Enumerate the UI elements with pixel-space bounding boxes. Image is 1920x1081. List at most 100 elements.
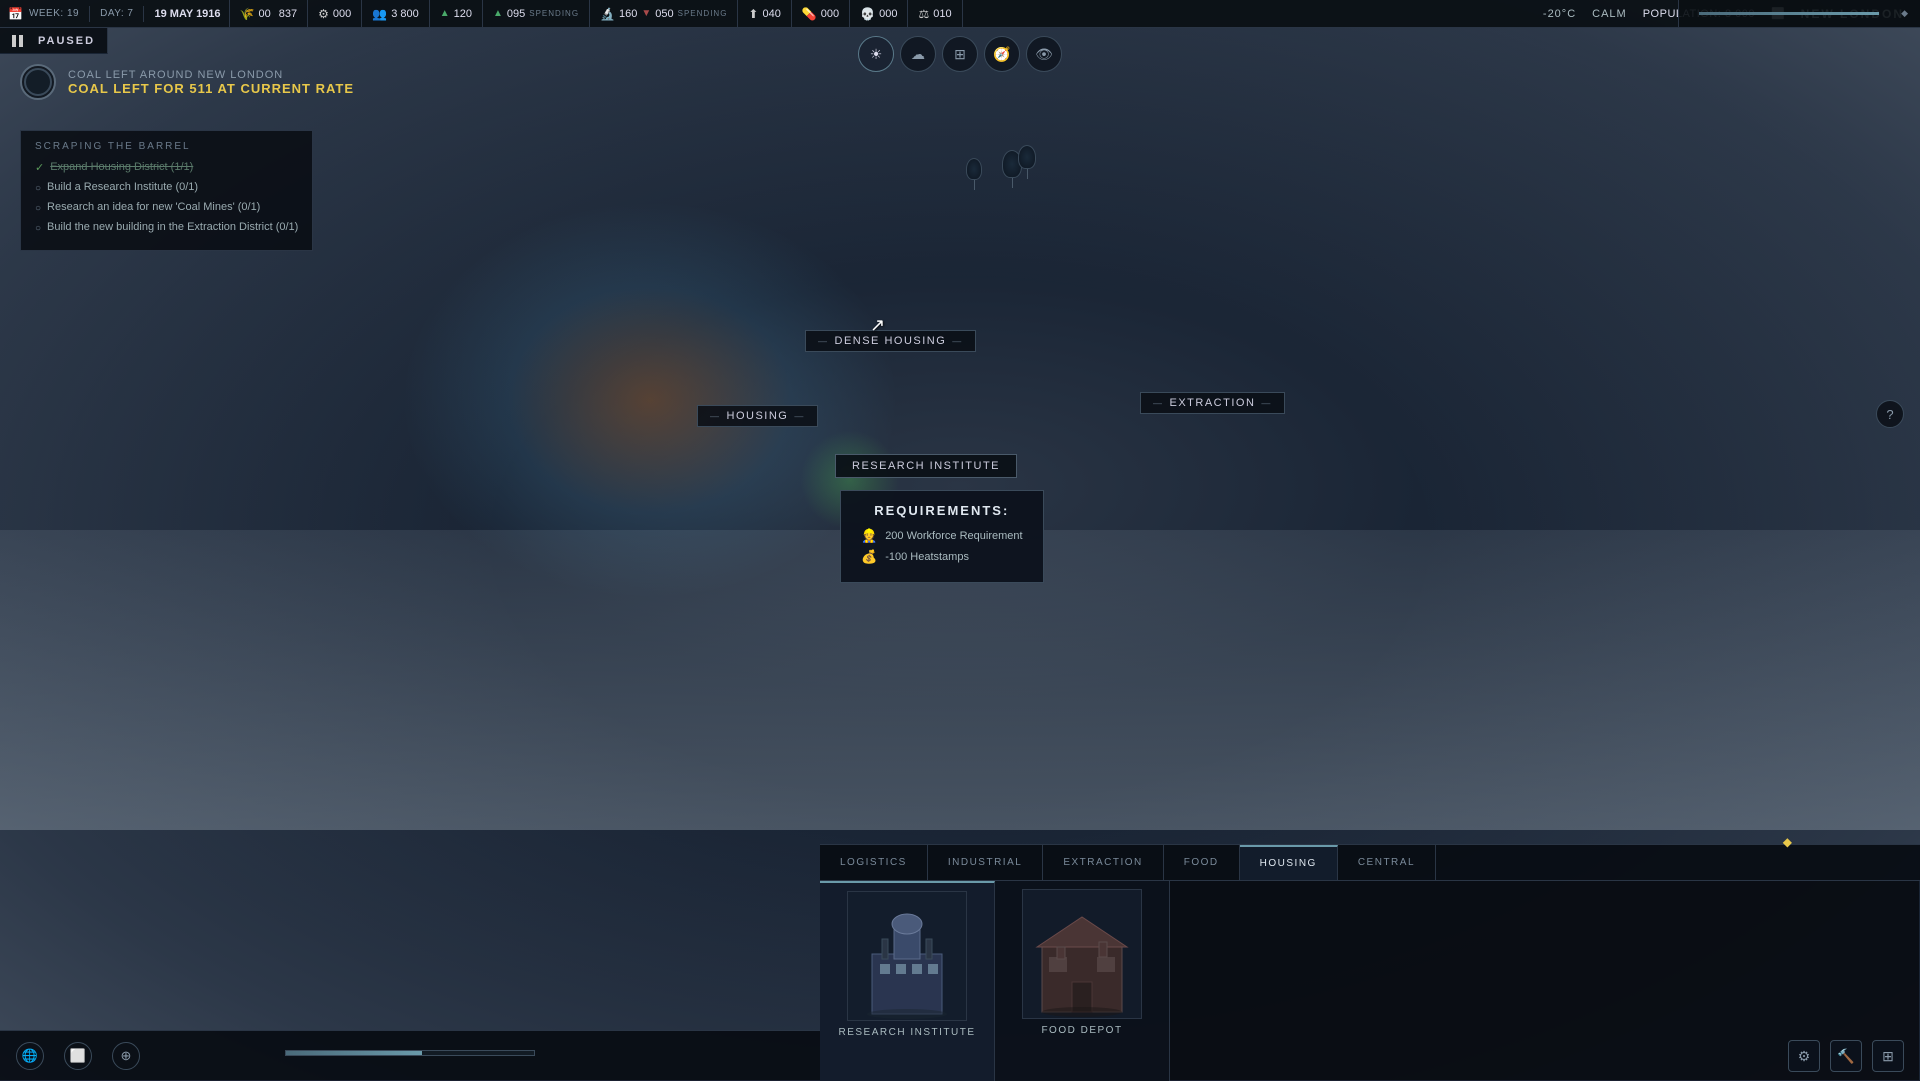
balloon-3 [1018,145,1036,179]
center-icons: ☀ ☁ ⊞ 🧭 👁 [858,36,1062,72]
bottom-left-bar: 🌐 ⬜ ⊕ [0,1030,820,1080]
steel-arrow-icon: ▲ [493,8,503,19]
housing-marker: ◆ [1783,835,1792,849]
pause-bar-right [19,35,23,47]
settings-icon[interactable]: ⚙ [1788,1040,1820,1072]
date-section: 📅 WEEK: 19 DAY: 7 19 MAY 1916 [0,0,230,27]
crime-val: 010 [933,8,951,20]
quest-item-1[interactable]: ○ Build a Research Institute (0/1) [35,180,298,196]
building-card-research-institute[interactable]: RESEARCH INSTITUTE [820,881,995,1081]
sick-val: 000 [821,8,839,20]
bottom-tabs: LOGISTICS INDUSTRIAL EXTRACTION FOOD HOU… [820,844,1920,880]
research-down-val: 050 [655,8,673,20]
sick-resource: 💊 000 [792,0,850,28]
compass-button[interactable]: 🧭 [984,36,1020,72]
divider-2 [143,6,144,22]
workforce-text: 200 Workforce Requirement [885,530,1022,542]
tab-logistics[interactable]: LOGISTICS [820,845,928,880]
coal-resource: ▲ 120 [430,0,483,28]
requirements-title: REQUIREMENTS: [861,503,1023,518]
population-bar: ◆ [1678,0,1920,28]
week-label: WEEK: 19 [29,8,79,19]
spending-label-2: SPENDING [678,9,728,18]
workers-resource: ⚙ 000 [308,0,362,28]
extraction-label[interactable]: EXTRACTION [1140,392,1285,414]
crosshair-icon[interactable]: ⊕ [112,1042,140,1070]
dense-housing-label[interactable]: DENSE HOUSING [805,330,976,352]
building-name-ri: RESEARCH INSTITUTE [838,1027,975,1038]
building-img-ri [847,891,967,1021]
pop-val: 3 800 [391,8,419,20]
steel-val: 095 [507,8,525,20]
quest-item-3[interactable]: ○ Build the new building in the Extracti… [35,220,298,236]
bottom-panel: RESEARCH INSTITUTE FOOD DEPOT [820,880,1920,1080]
cloud-button[interactable]: ☁ [900,36,936,72]
grid-button[interactable]: ⊞ [942,36,978,72]
pause-bar-left [12,35,16,47]
coal-text-group: COAL LEFT AROUND NEW LONDON COAL LEFT FO… [68,69,354,96]
pop-bar-fill [1699,12,1879,15]
pop-resource: 👥 3 800 [362,0,429,28]
housing-label[interactable]: HOUSING [697,405,818,427]
day-label: DAY: 7 [100,8,133,19]
quest-text-2: Research an idea for new 'Coal Mines' (0… [47,200,260,215]
fd-building-svg [1027,892,1137,1017]
build-icon[interactable]: 🔨 [1830,1040,1862,1072]
building-img-fd [1022,889,1142,1019]
spending-label-1: SPENDING [529,9,579,18]
top-bar: 📅 WEEK: 19 DAY: 7 19 MAY 1916 🌾 00 837 ⚙… [0,0,1920,28]
research-down-icon: ▼ [641,8,651,19]
calendar-icon: 📅 [8,7,23,21]
tab-food[interactable]: FOOD [1164,845,1240,880]
research-institute-label[interactable]: RESEARCH INSTITUTE [835,454,1017,478]
quest-check-0: ✓ [35,161,44,176]
tab-housing[interactable]: HOUSING [1240,845,1338,880]
sick-icon: 💊 [802,7,817,21]
food-icon: 🌾 [240,7,255,21]
progress-bar-fill [286,1051,422,1055]
progress-bar [285,1050,535,1056]
heatstamps-icon: 💰 [861,549,877,565]
crime-icon: ⚖ [918,7,929,21]
research-icon: 🔬 [600,7,615,21]
ri-building-svg [852,894,962,1019]
quest-radio-1: ○ [35,182,41,196]
food-max-val: 837 [279,8,297,20]
workforce-icon: 👷 [861,528,877,544]
globe-icon[interactable]: 🌐 [16,1042,44,1070]
coal-val: 120 [454,8,472,20]
eye-button[interactable]: 👁 [1026,36,1062,72]
temperature: -20°C [1543,8,1576,20]
bottom-right-icons: ⚙ 🔨 ⊞ [1788,1040,1904,1072]
workforce-req: 👷 200 Workforce Requirement [861,528,1023,544]
quest-text-3: Build the new building in the Extraction… [47,220,298,235]
steel-resource: ▲ 095 SPENDING [483,0,590,28]
coal-title: COAL LEFT AROUND NEW LONDON [68,69,354,81]
quest-item-2[interactable]: ○ Research an idea for new 'Coal Mines' … [35,200,298,216]
sun-button[interactable]: ☀ [858,36,894,72]
building-card-food-depot[interactable]: FOOD DEPOT [995,881,1170,1081]
map-icon[interactable]: ⬜ [64,1042,92,1070]
help-button[interactable]: ? [1876,400,1904,428]
quest-radio-2: ○ [35,202,41,216]
food-val: 00 [259,8,271,20]
workers-icon: ⚙ [318,7,329,21]
tab-extraction[interactable]: EXTRACTION [1043,845,1163,880]
quest-text-1: Build a Research Institute (0/1) [47,180,198,195]
quest-radio-3: ○ [35,222,41,236]
heatstamps-req: 💰 -100 Heatstamps [861,549,1023,565]
building-name-fd: FOOD DEPOT [1041,1025,1122,1036]
heatstamps-top-icon: ⬆ [748,7,758,21]
heatstamps-val: 040 [762,8,780,20]
grid-view-icon[interactable]: ⊞ [1872,1040,1904,1072]
workers-val: 000 [333,8,351,20]
research-resource: 🔬 160 ▼ 050 SPENDING [590,0,738,28]
tab-industrial[interactable]: INDUSTRIAL [928,845,1043,880]
quest-title: SCRAPING THE BARREL [35,141,298,152]
pause-bar: PAUSED [0,28,108,54]
dead-val: 000 [879,8,897,20]
pause-icon[interactable] [12,33,28,49]
heatstamps-text: -100 Heatstamps [885,551,969,563]
divider-1 [89,6,90,22]
tab-central[interactable]: CENTRAL [1338,845,1436,880]
